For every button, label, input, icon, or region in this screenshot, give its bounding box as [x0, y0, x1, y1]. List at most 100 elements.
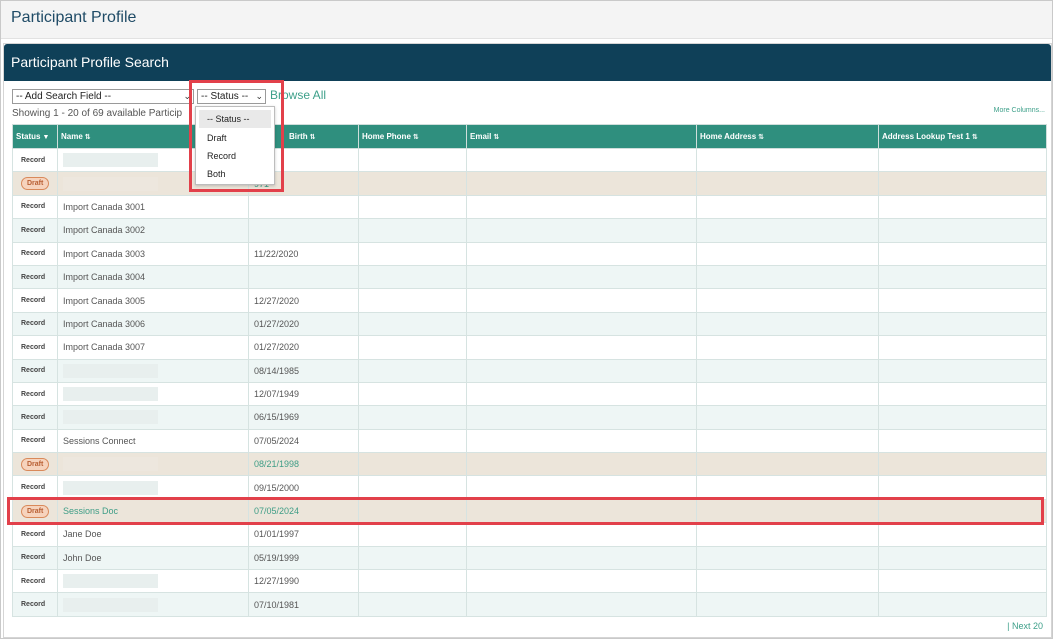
- draft-badge: Draft: [21, 177, 50, 191]
- address-lookup-cell: [878, 381, 1047, 407]
- table-row[interactable]: Record989: [12, 147, 1047, 173]
- table-row[interactable]: Record Import Canada 3002: [12, 218, 1047, 243]
- table-row[interactable]: Record 08/14/1985: [12, 358, 1047, 383]
- table-row[interactable]: Record Import Canada 3001: [12, 194, 1047, 220]
- column-header-address-lookup[interactable]: Address Lookup Test 1 ⇅: [878, 124, 1047, 149]
- address-cell: [696, 381, 879, 407]
- name-cell[interactable]: Import Canada 3002: [57, 218, 249, 243]
- sort-icon: ⇅: [412, 134, 419, 141]
- birth-cell: [248, 264, 359, 290]
- name-cell[interactable]: [57, 569, 249, 594]
- status-cell: Record: [12, 288, 58, 313]
- redacted-block: [63, 597, 158, 612]
- name-cell[interactable]: [57, 405, 249, 430]
- table-row[interactable]: Record 06/15/1969: [12, 405, 1047, 430]
- phone-cell: [358, 241, 467, 266]
- address-lookup-cell: [878, 194, 1047, 220]
- name-cell[interactable]: Import Canada 3006: [57, 311, 249, 337]
- address-cell: [696, 358, 879, 383]
- status-cell: Record: [12, 264, 58, 290]
- sort-icon: ⇅: [971, 134, 978, 141]
- phone-cell: [358, 569, 467, 594]
- name-cell[interactable]: [57, 358, 249, 383]
- address-cell: [696, 545, 879, 571]
- address-lookup-cell: [878, 264, 1047, 290]
- name-cell[interactable]: John Doe: [57, 545, 249, 571]
- address-lookup-cell: [878, 569, 1047, 594]
- table-row[interactable]: Record Import Canada 3005 12/27/2020: [12, 288, 1047, 313]
- status-cell: Record: [12, 241, 58, 266]
- name-cell[interactable]: [57, 475, 249, 500]
- email-cell: [466, 545, 697, 571]
- address-cell: [696, 405, 879, 430]
- address-lookup-cell: [878, 428, 1047, 454]
- birth-cell: 07/05/2024: [248, 428, 359, 454]
- name-cell[interactable]: Import Canada 3001: [57, 194, 249, 220]
- address-cell: [696, 241, 879, 266]
- name-cell[interactable]: Import Canada 3004: [57, 264, 249, 290]
- table-row[interactable]: Record 07/10/1981: [12, 592, 1047, 617]
- redacted-block: [63, 176, 158, 191]
- email-cell: [466, 288, 697, 313]
- address-cell: [696, 475, 879, 500]
- phone-cell: [358, 288, 467, 313]
- table-row[interactable]: Record Jane Doe 01/01/1997: [12, 522, 1047, 547]
- status-cell: Record: [12, 358, 58, 383]
- address-cell: [696, 264, 879, 290]
- status-cell: Record: [12, 592, 58, 617]
- redacted-block: [63, 410, 158, 425]
- table-row[interactable]: Record Import Canada 3006 01/27/2020: [12, 311, 1047, 337]
- phone-cell: [358, 147, 467, 173]
- table-row[interactable]: Record Import Canada 3003 11/22/2020: [12, 241, 1047, 266]
- name-cell[interactable]: [57, 452, 249, 477]
- address-lookup-cell: [878, 545, 1047, 571]
- status-cell: Record: [12, 545, 58, 571]
- phone-cell: [358, 592, 467, 617]
- status-cell: Record: [12, 475, 58, 500]
- phone-cell: [358, 171, 467, 196]
- name-cell[interactable]: Jane Doe: [57, 522, 249, 547]
- address-lookup-cell: [878, 147, 1047, 173]
- name-cell[interactable]: Import Canada 3005: [57, 288, 249, 313]
- address-lookup-cell: [878, 405, 1047, 430]
- status-cell: Record: [12, 147, 58, 173]
- redacted-block: [63, 153, 158, 168]
- address-cell: [696, 522, 879, 547]
- more-columns-link[interactable]: More Columns...: [994, 107, 1045, 114]
- address-cell: [696, 218, 879, 243]
- name-cell[interactable]: [57, 381, 249, 407]
- column-header-status[interactable]: Status ▼: [12, 124, 58, 149]
- table-row[interactable]: Record Import Canada 3004: [12, 264, 1047, 290]
- address-lookup-cell: [878, 311, 1047, 337]
- name-cell[interactable]: Sessions Connect: [57, 428, 249, 454]
- table-row[interactable]: Record 12/27/1990: [12, 569, 1047, 594]
- email-cell: [466, 475, 697, 500]
- address-cell: [696, 194, 879, 220]
- table-row[interactable]: Record Sessions Connect 07/05/2024: [12, 428, 1047, 454]
- address-lookup-cell: [878, 358, 1047, 383]
- table-row[interactable]: Record Import Canada 3007 01/27/2020: [12, 335, 1047, 360]
- table-row[interactable]: Draft 08/21/1998: [12, 452, 1047, 477]
- column-header-email[interactable]: Email ⇅: [466, 124, 697, 149]
- address-lookup-cell: [878, 171, 1047, 196]
- search-panel: Participant Profile Search -- Add Search…: [3, 43, 1052, 638]
- name-cell[interactable]: Import Canada 3007: [57, 335, 249, 360]
- name-cell[interactable]: Import Canada 3003: [57, 241, 249, 266]
- address-lookup-cell: [878, 522, 1047, 547]
- table-row[interactable]: Draft971: [12, 171, 1047, 196]
- name-cell[interactable]: [57, 592, 249, 617]
- birth-cell: 01/27/2020: [248, 335, 359, 360]
- address-cell: [696, 592, 879, 617]
- next-page-link[interactable]: | Next 20: [1007, 621, 1043, 631]
- page-title: Participant Profile: [11, 9, 137, 26]
- address-lookup-cell: [878, 592, 1047, 617]
- column-header-home-address[interactable]: Home Address ⇅: [696, 124, 879, 149]
- address-cell: [696, 288, 879, 313]
- column-header-home-phone[interactable]: Home Phone ⇅: [358, 124, 467, 149]
- table-row[interactable]: Record 09/15/2000: [12, 475, 1047, 500]
- birth-cell: 05/19/1999: [248, 545, 359, 571]
- add-search-field-select[interactable]: -- Add Search Field -- ⌄: [12, 89, 194, 104]
- table-row[interactable]: Record John Doe 05/19/1999: [12, 545, 1047, 571]
- email-cell: [466, 592, 697, 617]
- table-row[interactable]: Record 12/07/1949: [12, 381, 1047, 407]
